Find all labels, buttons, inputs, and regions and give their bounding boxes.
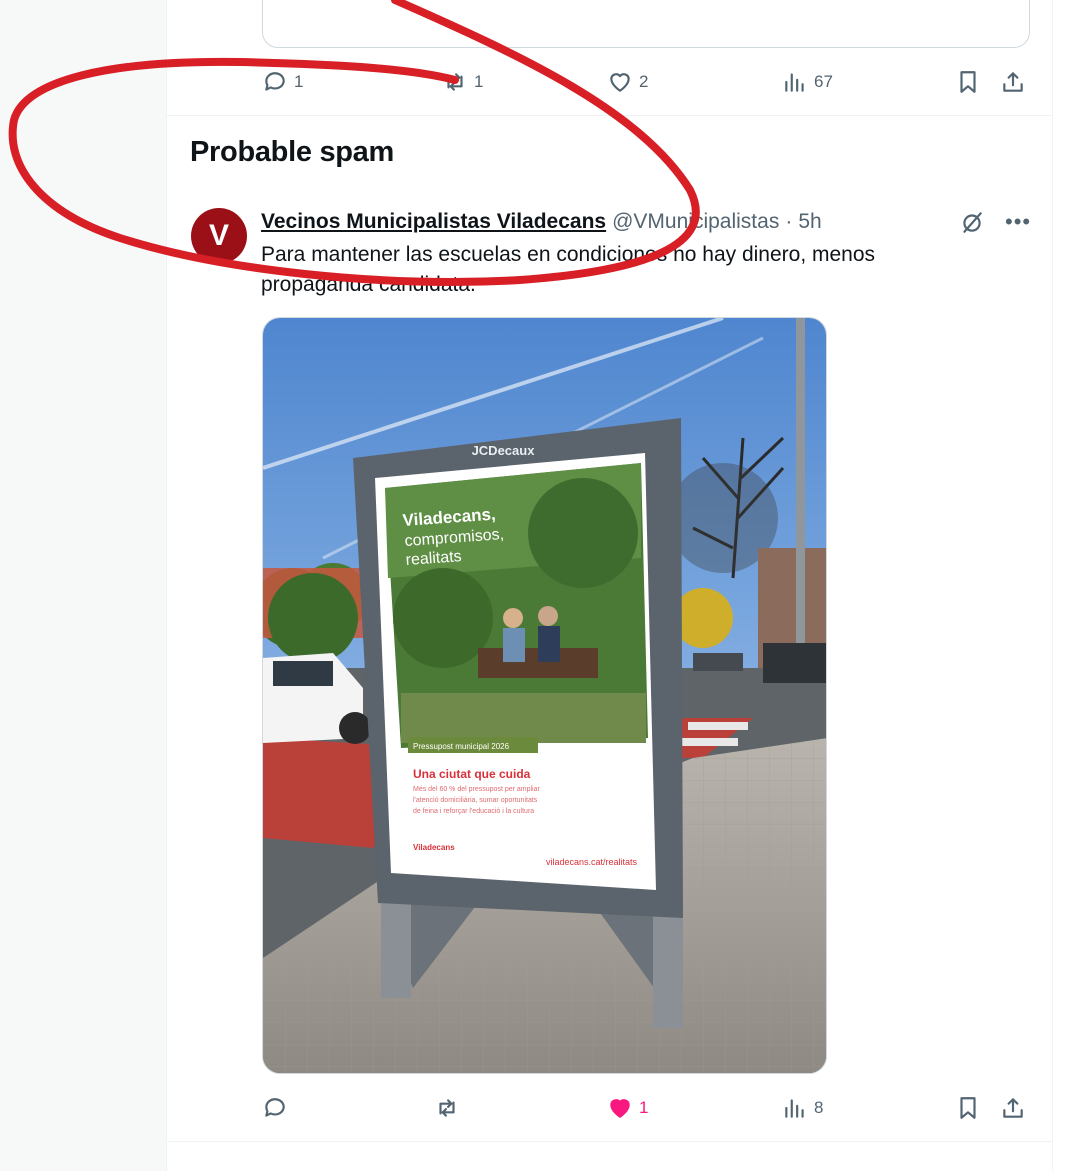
- share-icon: [1003, 1098, 1023, 1118]
- avatar-letter: V: [208, 219, 229, 252]
- views-count: 67: [814, 72, 833, 91]
- poster-tag: Pressupost municipal 2026: [413, 742, 510, 751]
- timeline: 1 1 2 67 Probable spam V Vecinos Municip…: [166, 0, 1054, 1171]
- divider: [167, 1141, 1054, 1142]
- grok-icon[interactable]: [959, 209, 985, 235]
- poster-url: viladecans.cat/realitats: [546, 857, 638, 867]
- share-button[interactable]: [1000, 67, 1026, 97]
- reply-button[interactable]: [262, 1093, 294, 1123]
- time-separator: ·: [785, 210, 793, 233]
- views-count: 8: [814, 1098, 824, 1117]
- more-options-icon[interactable]: •••: [1005, 211, 1031, 233]
- left-sidebar: [0, 0, 166, 1171]
- bookmark-icon: [960, 1097, 976, 1119]
- like-button[interactable]: 2: [607, 67, 648, 97]
- views-icon: [785, 1099, 804, 1118]
- like-count: 1: [639, 1098, 649, 1117]
- bookmark-icon: [960, 71, 976, 93]
- author-handle[interactable]: @VMunicipalistas: [612, 210, 779, 234]
- tweet-header-actions: •••: [959, 208, 1031, 236]
- poster-body-line3: de feina i reforçar l'educació i la cult…: [413, 808, 534, 815]
- bookmark-button[interactable]: [955, 67, 981, 97]
- views-icon: [785, 73, 804, 92]
- tweet-header: Vecinos Municipalistas Viladecans @VMuni…: [261, 208, 822, 236]
- repost-button[interactable]: 1: [442, 67, 483, 97]
- right-gutter: [1053, 0, 1080, 1171]
- poster-body-line2: l'atenció domiciliària, sumar oportunita…: [413, 797, 538, 804]
- avatar[interactable]: V: [191, 208, 247, 264]
- board-brand: JCDecaux: [472, 443, 536, 458]
- reply-count: 1: [294, 72, 304, 91]
- repost-icon: [447, 73, 463, 91]
- poster-headline: Una ciutat que cuida: [413, 767, 531, 781]
- share-button[interactable]: [1000, 1093, 1026, 1123]
- heart-filled-icon: [610, 1099, 630, 1118]
- share-icon: [1003, 72, 1023, 92]
- views-button[interactable]: 8: [782, 1093, 823, 1123]
- poster-logo: Viladecans: [413, 843, 455, 852]
- poster-body-line1: Més del 60 % del pressupost per ampliar: [413, 786, 541, 793]
- section-title: Probable spam: [190, 136, 394, 168]
- quoted-tweet-card[interactable]: [262, 0, 1030, 48]
- repost-count: 1: [474, 72, 484, 91]
- reply-button[interactable]: 1: [262, 67, 303, 97]
- tweet-text: Para mantener las escuelas en condicione…: [261, 243, 876, 296]
- repost-button[interactable]: [434, 1093, 466, 1123]
- tweet-media[interactable]: JCDecaux Viladecans, compromisos, realit…: [262, 317, 827, 1074]
- divider: [167, 115, 1054, 116]
- reply-icon: [265, 72, 285, 91]
- bookmark-button[interactable]: [955, 1093, 981, 1123]
- views-button[interactable]: 67: [782, 67, 833, 97]
- previous-tweet-actions: 1 1 2 67: [262, 67, 1032, 97]
- like-button[interactable]: 1: [607, 1093, 648, 1123]
- author-name[interactable]: Vecinos Municipalistas Viladecans: [261, 210, 606, 234]
- repost-icon: [439, 1099, 455, 1117]
- heart-icon: [610, 73, 630, 92]
- tweet-actions: 1 8: [262, 1093, 1032, 1123]
- tweet-time[interactable]: 5h: [798, 210, 821, 234]
- media-photo: JCDecaux Viladecans, compromisos, realit…: [263, 318, 826, 1073]
- like-count: 2: [639, 72, 649, 91]
- reply-icon: [265, 1098, 285, 1117]
